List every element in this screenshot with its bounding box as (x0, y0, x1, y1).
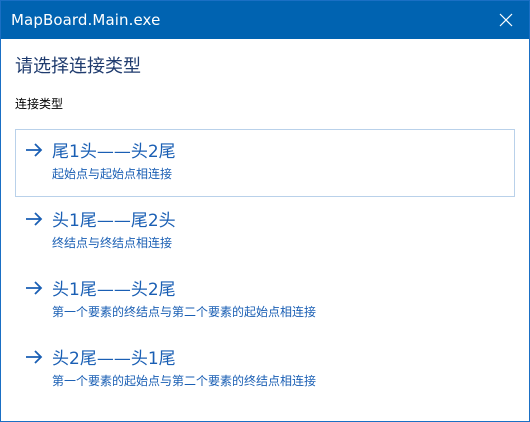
option-description: 起始点与起始点相连接 (52, 167, 173, 181)
close-button[interactable] (483, 1, 529, 39)
option-description: 第一个要素的终结点与第二个要素的起始点相连接 (52, 305, 317, 319)
arrow-right-icon (26, 350, 43, 364)
option-description: 终结点与终结点相连接 (52, 236, 173, 250)
dialog-content: 请选择连接类型 连接类型 尾1头——头2尾 起始点与起始点相连接 头1尾——尾2… (1, 56, 529, 404)
option-connect-start-end[interactable]: 头2尾——头1尾 第一个要素的起始点与第二个要素的终结点相连接 (15, 336, 515, 404)
section-label: 连接类型 (15, 97, 64, 111)
option-title: 头2尾——头1尾 (52, 349, 176, 369)
connection-type-options: 尾1头——头2尾 起始点与起始点相连接 头1尾——尾2头 终结点与终结点相连接 (15, 129, 515, 404)
title-bar[interactable]: MapBoard.Main.exe (1, 1, 529, 39)
option-description: 第一个要素的起始点与第二个要素的终结点相连接 (52, 374, 317, 388)
option-title: 头1尾——尾2头 (52, 211, 176, 231)
arrow-right-icon (26, 212, 43, 226)
dialog-window: MapBoard.Main.exe 请选择连接类型 连接类型 尾1头——头2尾 … (0, 0, 530, 422)
dialog-heading: 请选择连接类型 (15, 56, 141, 77)
close-icon (499, 13, 513, 27)
option-title: 头1尾——头2尾 (52, 280, 176, 300)
arrow-right-icon (26, 143, 43, 157)
arrow-right-icon (26, 281, 43, 295)
option-connect-start-start[interactable]: 尾1头——头2尾 起始点与起始点相连接 (15, 129, 515, 197)
option-title: 尾1头——头2尾 (52, 142, 176, 162)
option-connect-end-end[interactable]: 头1尾——尾2头 终结点与终结点相连接 (15, 198, 515, 266)
window-title: MapBoard.Main.exe (11, 11, 161, 29)
option-connect-end-start[interactable]: 头1尾——头2尾 第一个要素的终结点与第二个要素的起始点相连接 (15, 267, 515, 335)
